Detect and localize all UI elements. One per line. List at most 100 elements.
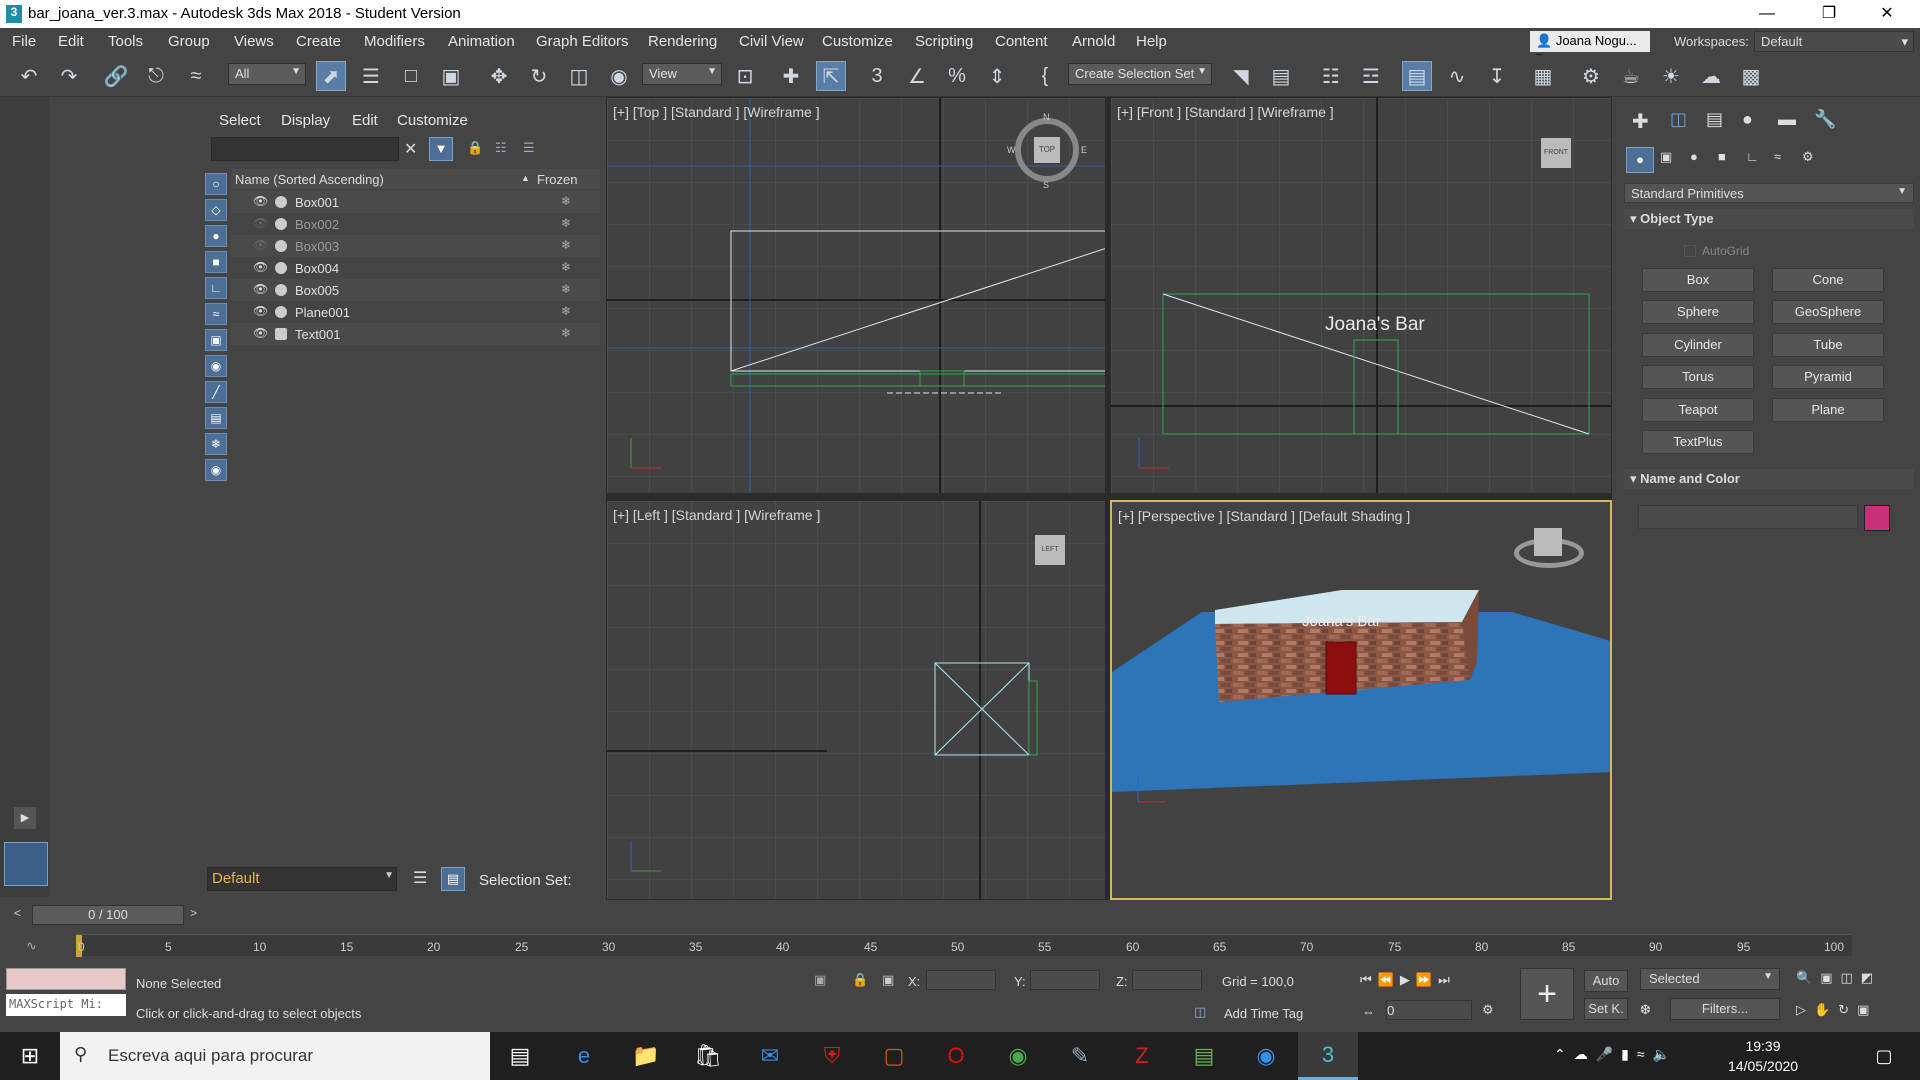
layer-explorer-icon[interactable]: ☷: [1316, 61, 1346, 91]
systems-icon[interactable]: ⚙: [1802, 149, 1814, 165]
set-key-button[interactable]: Set K.: [1584, 998, 1628, 1020]
named-selection-set-dropdown[interactable]: Create Selection Set ▼: [1068, 63, 1212, 85]
scene-row[interactable]: 👁 Box002 ❄: [231, 213, 600, 235]
default-tangents-icon[interactable]: ❆: [1640, 1002, 1651, 1018]
menu-views[interactable]: Views: [234, 33, 274, 50]
store-icon[interactable]: 🛍: [678, 1032, 738, 1080]
align-icon[interactable]: ▤: [1266, 61, 1296, 91]
image-viewer-icon[interactable]: ▤: [1174, 1032, 1234, 1080]
wifi-icon[interactable]: ≈: [1637, 1046, 1653, 1062]
spinner-snap-icon[interactable]: ⇕: [982, 61, 1012, 91]
menu-rendering[interactable]: Rendering: [648, 33, 717, 50]
viewcube-icon[interactable]: LEFT: [1035, 535, 1065, 565]
display-containers-icon[interactable]: ▤: [205, 407, 227, 429]
scene-row[interactable]: 👁 Box005 ❄: [231, 279, 600, 301]
viewport-top[interactable]: [+] [Top ] [Standard ] [Wireframe ] TOP …: [606, 97, 1106, 494]
menu-graph-editors[interactable]: Graph Editors: [536, 33, 629, 50]
file-explorer-icon[interactable]: 📁: [616, 1032, 676, 1080]
zoom-extents-icon[interactable]: ◫: [1840, 970, 1860, 985]
eye-hidden-icon[interactable]: 👁: [253, 216, 268, 230]
scene-row[interactable]: 👁 Box003 ❄: [231, 235, 600, 257]
x-coordinate-field[interactable]: [926, 970, 996, 990]
menu-group[interactable]: Group: [168, 33, 210, 50]
menu-scripting[interactable]: Scripting: [915, 33, 973, 50]
selection-set-icon[interactable]: ▤: [441, 867, 465, 891]
redo-icon[interactable]: ↷: [54, 61, 84, 91]
snaps-toggle-icon[interactable]: 3: [862, 61, 892, 91]
field-of-view-icon[interactable]: ▷: [1796, 1002, 1814, 1017]
filezilla-icon[interactable]: Z: [1112, 1032, 1172, 1080]
curve-editor-icon[interactable]: ∿: [1442, 61, 1472, 91]
create-box-button[interactable]: Box: [1642, 268, 1754, 292]
next-frame-icon[interactable]: >: [190, 906, 208, 924]
create-plane-button[interactable]: Plane: [1772, 398, 1884, 422]
shapes-icon[interactable]: ▣: [1660, 149, 1672, 165]
snowflake-icon[interactable]: ❄: [561, 238, 571, 252]
clock-time[interactable]: 19:39: [1728, 1038, 1798, 1054]
display-bones-icon[interactable]: ╱: [205, 381, 227, 403]
close-icon[interactable]: ✕: [1864, 0, 1910, 28]
maximize-viewport-icon[interactable]: ▣: [1857, 1002, 1877, 1017]
keyboard-shortcut-override-icon[interactable]: ⇱: [816, 61, 846, 91]
zoom-extents-all-icon[interactable]: ◩: [1861, 970, 1881, 985]
snowflake-icon[interactable]: ❄: [561, 260, 571, 274]
menu-file[interactable]: File: [12, 33, 36, 50]
selection-lock-icon[interactable]: 🔒: [852, 972, 868, 988]
display-lights-icon[interactable]: ●: [205, 225, 227, 247]
snowflake-icon[interactable]: ❄: [561, 304, 571, 318]
key-mode-icon[interactable]: ⇔: [1362, 1004, 1375, 1019]
window-crossing-icon[interactable]: ▣: [436, 61, 466, 91]
select-object-icon[interactable]: ⬈: [316, 61, 346, 91]
current-frame-field[interactable]: [1386, 1000, 1472, 1020]
viewport-top-label[interactable]: [+] [Top ] [Standard ] [Wireframe ]: [613, 104, 820, 120]
eye-icon[interactable]: 👁: [253, 260, 268, 274]
scene-tab-select[interactable]: Select: [219, 112, 261, 129]
render-setup-icon[interactable]: ☕: [1616, 61, 1646, 91]
restore-icon[interactable]: ❐: [1806, 0, 1852, 28]
display-xrefs-icon[interactable]: ◉: [205, 355, 227, 377]
viewport-perspective[interactable]: [+] [Perspective ] [Standard ] [Default …: [1110, 500, 1612, 900]
windows-start-icon[interactable]: ⊞: [0, 1032, 60, 1080]
user-account-dropdown[interactable]: 👤 Joana Nogu... ▾: [1530, 31, 1650, 64]
create-teapot-button[interactable]: Teapot: [1642, 398, 1754, 422]
menu-customize[interactable]: Customize: [822, 33, 893, 50]
maxscript-mini-input[interactable]: MAXScript Mi:: [6, 994, 126, 1016]
time-slider[interactable]: 0 / 100: [32, 905, 184, 925]
eye-icon[interactable]: 👁: [253, 282, 268, 296]
menu-edit[interactable]: Edit: [58, 33, 84, 50]
column-name-header[interactable]: Name (Sorted Ascending): [235, 172, 384, 187]
minimize-icon[interactable]: —: [1744, 0, 1790, 28]
display-helpers-icon[interactable]: ∟: [205, 277, 227, 299]
menu-arnold[interactable]: Arnold: [1072, 33, 1115, 50]
pivot-center-icon[interactable]: ⊡: [730, 61, 760, 91]
schematic-view-icon[interactable]: ▦: [1528, 61, 1558, 91]
object-name-field[interactable]: [1638, 505, 1858, 529]
key-filter-dropdown[interactable]: Selected ▼: [1640, 968, 1780, 990]
object-color-swatch[interactable]: [1864, 505, 1890, 531]
scene-row[interactable]: 👁 Text001 ❄: [231, 323, 600, 345]
scene-row[interactable]: 👁 Box001 ❄: [231, 191, 600, 213]
layers-icon[interactable]: ☲: [1356, 61, 1386, 91]
create-tab-icon[interactable]: ✚: [1632, 109, 1649, 134]
chrome-icon[interactable]: ◉: [988, 1032, 1048, 1080]
go-to-end-icon[interactable]: ⏭: [1438, 972, 1456, 987]
eye-hidden-icon[interactable]: 👁: [253, 238, 268, 252]
display-hidden-icon[interactable]: ◉: [205, 459, 227, 481]
utilities-tab-icon[interactable]: 🔧: [1814, 109, 1836, 130]
display-cameras-icon[interactable]: ■: [205, 251, 227, 273]
select-by-name-icon[interactable]: ☰: [356, 61, 386, 91]
motion-tab-icon[interactable]: ●: [1742, 109, 1753, 130]
create-pyramid-button[interactable]: Pyramid: [1772, 365, 1884, 389]
maxscript-listener-pink[interactable]: [6, 968, 126, 990]
rotate-icon[interactable]: ↻: [524, 61, 554, 91]
mcafee-icon[interactable]: ⛨: [802, 1032, 862, 1080]
time-tag-icon[interactable]: ◫: [1194, 1004, 1206, 1020]
hierarchy-tab-icon[interactable]: ▤: [1706, 109, 1723, 130]
primitive-category-dropdown[interactable]: Standard Primitives ▼: [1624, 183, 1914, 203]
scene-tab-customize[interactable]: Customize: [397, 112, 468, 129]
edge-icon[interactable]: e: [554, 1032, 614, 1080]
filter-icon[interactable]: ▼: [429, 137, 453, 161]
viewcube-icon[interactable]: FRONT: [1541, 138, 1571, 168]
mirror-icon[interactable]: ◥: [1226, 61, 1256, 91]
selection-filter-dropdown[interactable]: All ▼: [228, 63, 306, 85]
